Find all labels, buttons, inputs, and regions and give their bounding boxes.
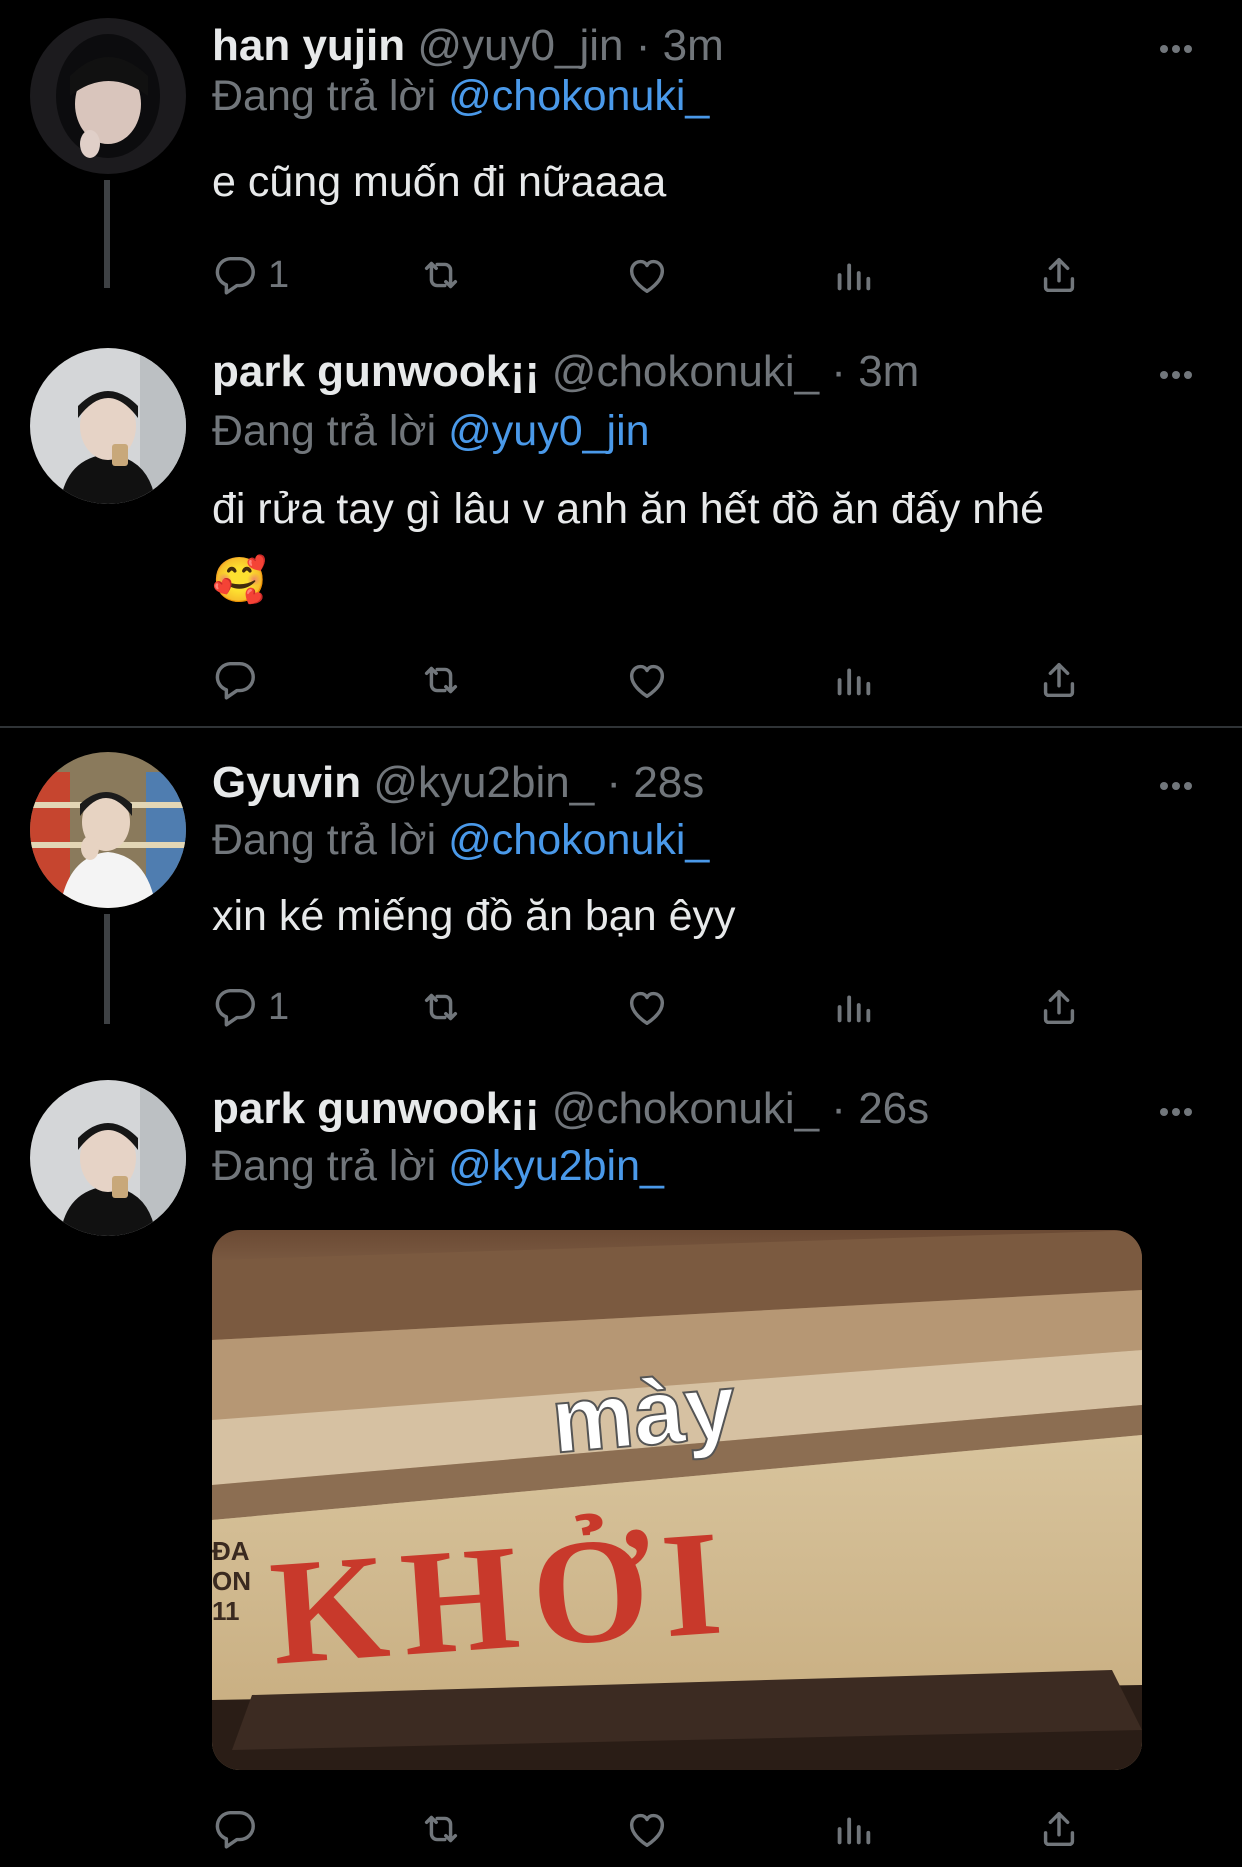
retweet-icon xyxy=(418,657,464,703)
smiling-face-with-hearts-emoji: 🥰 xyxy=(212,556,267,605)
thread-line xyxy=(104,914,110,1024)
more-icon[interactable] xyxy=(1160,366,1200,386)
analytics-button[interactable] xyxy=(830,982,876,1032)
handle[interactable]: @kyu2bin_ xyxy=(373,758,594,807)
action-bar: 1 xyxy=(212,250,1112,300)
replying-to: Đang trả lời @kyu2bin_ xyxy=(212,1140,664,1192)
retweet-icon xyxy=(418,252,464,298)
action-bar xyxy=(212,1804,1112,1854)
analytics-button[interactable] xyxy=(830,655,876,705)
reply-count: 1 xyxy=(268,253,290,296)
more-icon[interactable] xyxy=(1160,777,1200,797)
reply-count: 1 xyxy=(268,985,290,1028)
timestamp[interactable]: 26s xyxy=(858,1084,929,1133)
reply-icon xyxy=(212,252,258,298)
tweet-header: park gunwook¡¡ @chokonuki_ · 26s xyxy=(212,1083,929,1135)
share-button[interactable] xyxy=(1036,655,1082,705)
mention-link[interactable]: @kyu2bin_ xyxy=(448,1142,664,1190)
action-bar: 1 xyxy=(212,982,1112,1032)
handle[interactable]: @chokonuki_ xyxy=(552,1084,819,1133)
mention-link[interactable]: @yuy0_jin xyxy=(448,407,649,455)
handle[interactable]: @yuy0_jin xyxy=(417,21,623,70)
display-name[interactable]: park gunwook¡¡ xyxy=(212,347,540,396)
thread-divider xyxy=(0,726,1242,728)
display-name[interactable]: park gunwook¡¡ xyxy=(212,1084,540,1133)
reply-button[interactable] xyxy=(212,655,268,705)
like-button[interactable] xyxy=(624,250,670,300)
tweet-text: e cũng muốn đi nữaaaa xyxy=(212,158,667,206)
tweet-header: han yujin @yuy0_jin · 3m xyxy=(212,20,724,72)
analytics-icon xyxy=(830,657,876,703)
separator: · xyxy=(831,1084,846,1133)
tweet-text-body: đi rửa tay gì lâu v anh ăn hết đồ ăn đấy… xyxy=(212,485,1045,533)
tweet-header: Gyuvin @kyu2bin_ · 28s xyxy=(212,757,704,809)
avatar[interactable] xyxy=(30,18,186,174)
replying-prefix: Đang trả lời xyxy=(212,407,437,455)
timestamp[interactable]: 3m xyxy=(858,347,919,396)
timestamp[interactable]: 3m xyxy=(663,21,724,70)
share-button[interactable] xyxy=(1036,1804,1082,1854)
share-button[interactable] xyxy=(1036,982,1082,1032)
retweet-button[interactable] xyxy=(418,982,464,1032)
analytics-icon xyxy=(830,984,876,1030)
tweet-header: park gunwook¡¡ @chokonuki_ · 3m xyxy=(212,346,919,398)
avatar[interactable] xyxy=(30,752,186,908)
like-icon xyxy=(624,252,670,298)
share-button[interactable] xyxy=(1036,250,1082,300)
retweet-button[interactable] xyxy=(418,655,464,705)
share-icon xyxy=(1036,657,1082,703)
analytics-icon xyxy=(830,1806,876,1852)
replying-to: Đang trả lời @yuy0_jin xyxy=(212,405,650,457)
analytics-button[interactable] xyxy=(830,1804,876,1854)
reply-icon xyxy=(212,984,258,1030)
like-icon xyxy=(624,657,670,703)
like-button[interactable] xyxy=(624,655,670,705)
handle[interactable]: @chokonuki_ xyxy=(552,347,819,396)
like-button[interactable] xyxy=(624,1804,670,1854)
reply-button[interactable] xyxy=(212,1804,268,1854)
replying-to: Đang trả lời @chokonuki_ xyxy=(212,70,709,122)
media-image[interactable]: mày KHỞI ĐA ON 11 xyxy=(212,1230,1142,1770)
retweet-icon xyxy=(418,1806,464,1852)
avatar[interactable] xyxy=(30,348,186,504)
avatar[interactable] xyxy=(30,1080,186,1236)
share-icon xyxy=(1036,984,1082,1030)
reply-icon xyxy=(212,657,258,703)
share-icon xyxy=(1036,1806,1082,1852)
replying-prefix: Đang trả lời xyxy=(212,1142,437,1190)
separator: · xyxy=(831,347,846,396)
tweet-text: xin ké miếng đồ ăn bạn êyy xyxy=(212,892,736,940)
thread-line xyxy=(104,180,110,288)
display-name[interactable]: Gyuvin xyxy=(212,758,361,807)
mention-link[interactable]: @chokonuki_ xyxy=(448,816,709,864)
reply-button[interactable]: 1 xyxy=(212,250,289,300)
replying-prefix: Đang trả lời xyxy=(212,816,437,864)
like-icon xyxy=(624,984,670,1030)
caption-text: mày xyxy=(547,1355,739,1473)
more-icon[interactable] xyxy=(1160,1103,1200,1123)
timestamp[interactable]: 28s xyxy=(633,758,704,807)
mention-link[interactable]: @chokonuki_ xyxy=(448,72,709,120)
retweet-icon xyxy=(418,984,464,1030)
display-name[interactable]: han yujin xyxy=(212,21,405,70)
replying-to: Đang trả lời @chokonuki_ xyxy=(212,814,709,866)
action-bar xyxy=(212,655,1112,705)
replying-prefix: Đang trả lời xyxy=(212,72,437,120)
separator: · xyxy=(606,758,622,807)
analytics-button[interactable] xyxy=(830,250,876,300)
sign-text: KHỞI xyxy=(266,1499,741,1697)
retweet-button[interactable] xyxy=(418,1804,464,1854)
share-icon xyxy=(1036,252,1082,298)
tweet-text: đi rửa tay gì lâu v anh ăn hết đồ ăn đấy… xyxy=(212,473,1172,617)
more-icon[interactable] xyxy=(1160,40,1200,60)
separator: · xyxy=(635,21,651,70)
like-icon xyxy=(624,1806,670,1852)
reply-button[interactable]: 1 xyxy=(212,982,289,1032)
like-button[interactable] xyxy=(624,982,670,1032)
reply-icon xyxy=(212,1806,258,1852)
analytics-icon xyxy=(830,252,876,298)
retweet-button[interactable] xyxy=(418,250,464,300)
